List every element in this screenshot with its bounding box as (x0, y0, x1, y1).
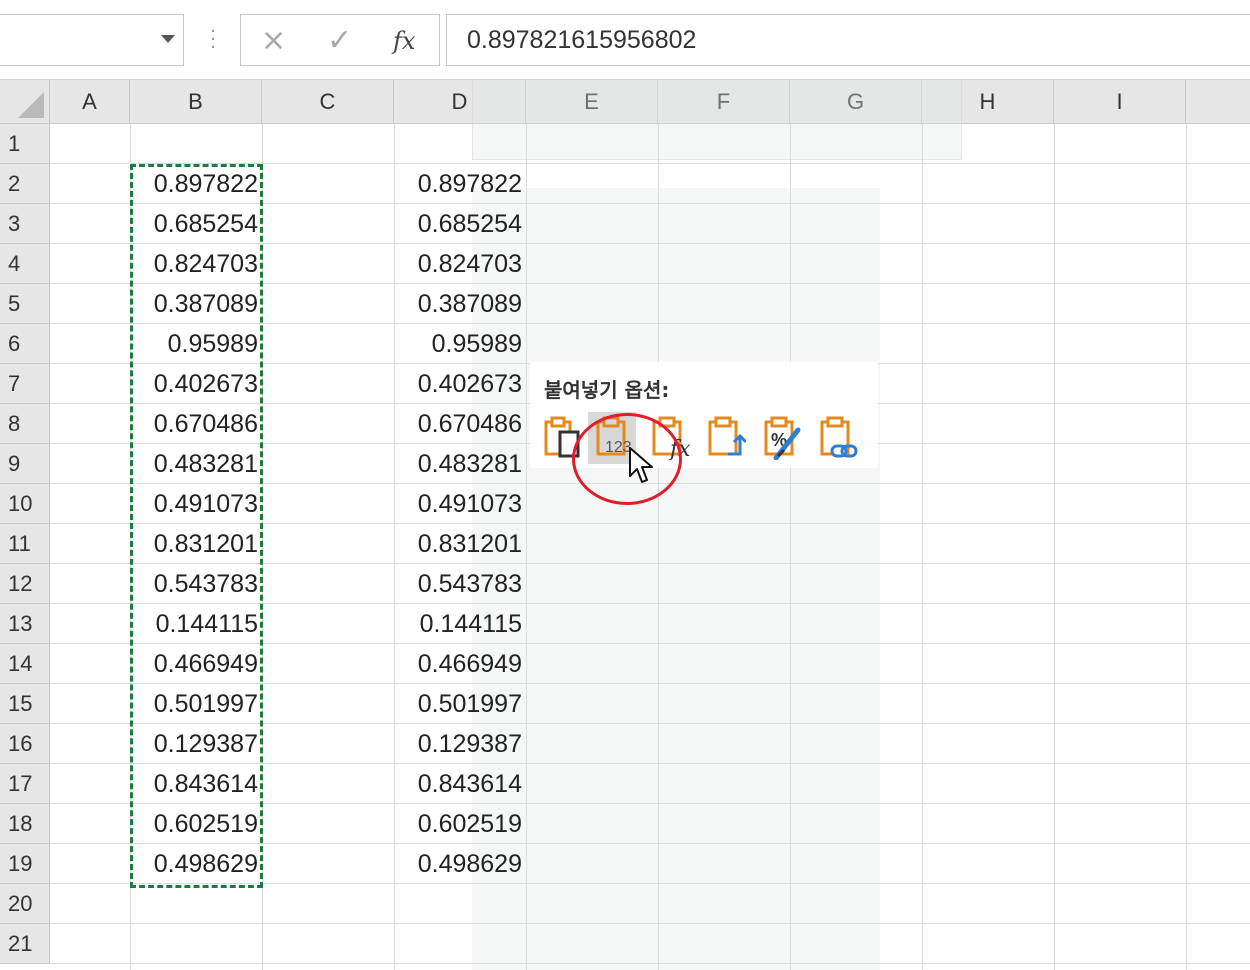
cell-d[interactable]: 0.897822 (394, 164, 526, 204)
row-header[interactable]: 10 (0, 484, 50, 524)
column-header-b[interactable]: B (130, 80, 262, 124)
cell-d[interactable]: 0.670486 (394, 404, 526, 444)
paste-options-title: 붙여넣기 옵션: (544, 378, 670, 402)
formula-buttons: × ✓ fx (240, 14, 440, 66)
cell-d[interactable]: 0.685254 (394, 204, 526, 244)
row-header[interactable]: 17 (0, 764, 50, 804)
cell-d[interactable]: 0.402673 (394, 364, 526, 404)
formula-bar: · · · × ✓ fx 0.897821615956802 (0, 0, 1250, 80)
row-header[interactable]: 15 (0, 684, 50, 724)
spreadsheet-grid[interactable]: A B C D E F G H I 1 2 3 4 5 6 7 8 9 10 11 12 13 14 15 1… (0, 80, 1250, 970)
row-header[interactable]: 21 (0, 924, 50, 964)
cell-d[interactable]: 0.491073 (394, 484, 526, 524)
column-header-c[interactable]: C (262, 80, 394, 124)
cancel-icon[interactable]: × (261, 23, 286, 58)
mouse-cursor-icon (629, 447, 653, 483)
cell-d[interactable]: 0.602519 (394, 804, 526, 844)
name-box-dropdown-icon[interactable] (161, 35, 175, 43)
translucent-overlay (472, 188, 880, 970)
row-header[interactable]: 6 (0, 324, 50, 364)
formula-input[interactable]: 0.897821615956802 (446, 14, 1250, 66)
insert-function-icon[interactable]: fx (393, 27, 415, 55)
column-header-a[interactable]: A (50, 80, 130, 124)
cell-d[interactable]: 0.831201 (394, 524, 526, 564)
cell-d[interactable]: 0.843614 (394, 764, 526, 804)
paste-formatting-icon[interactable]: % (756, 412, 804, 464)
paste-link-icon[interactable] (812, 412, 860, 464)
row-header[interactable]: 2 (0, 164, 50, 204)
row-header[interactable]: 9 (0, 444, 50, 484)
vertical-dots-icon[interactable]: · · · (205, 19, 221, 57)
cell-d[interactable]: 0.824703 (394, 244, 526, 284)
cell-d[interactable]: 0.483281 (394, 444, 526, 484)
row-header[interactable]: 5 (0, 284, 50, 324)
cell-d[interactable]: 0.144115 (394, 604, 526, 644)
row-header[interactable]: 19 (0, 844, 50, 884)
select-all-triangle-icon (18, 92, 44, 118)
name-box[interactable] (0, 14, 184, 66)
column-header-partial[interactable] (1186, 80, 1250, 124)
row-header[interactable]: 7 (0, 364, 50, 404)
translucent-overlay (472, 80, 962, 160)
cell-d[interactable]: 0.498629 (394, 844, 526, 884)
row-header[interactable]: 18 (0, 804, 50, 844)
row-header[interactable]: 4 (0, 244, 50, 284)
row-header[interactable]: 3 (0, 204, 50, 244)
row-header[interactable]: 11 (0, 524, 50, 564)
cell-d[interactable]: 0.95989 (394, 324, 526, 364)
row-header[interactable]: 16 (0, 724, 50, 764)
cell-d[interactable]: 0.501997 (394, 684, 526, 724)
paste-transpose-icon[interactable] (700, 412, 748, 464)
cell-d[interactable]: 0.466949 (394, 644, 526, 684)
row-header[interactable]: 13 (0, 604, 50, 644)
row-header[interactable]: 20 (0, 884, 50, 924)
row-header[interactable]: 12 (0, 564, 50, 604)
column-header-i[interactable]: I (1054, 80, 1186, 124)
row-header[interactable]: 8 (0, 404, 50, 444)
copy-selection-border (130, 164, 263, 888)
row-header[interactable]: 14 (0, 644, 50, 684)
highlight-circle (572, 413, 682, 505)
row-header[interactable]: 1 (0, 124, 50, 164)
select-all-button[interactable] (0, 80, 50, 124)
cell-d[interactable]: 0.543783 (394, 564, 526, 604)
enter-icon[interactable]: ✓ (327, 23, 352, 58)
cell-d[interactable]: 0.129387 (394, 724, 526, 764)
cell-d[interactable]: 0.387089 (394, 284, 526, 324)
